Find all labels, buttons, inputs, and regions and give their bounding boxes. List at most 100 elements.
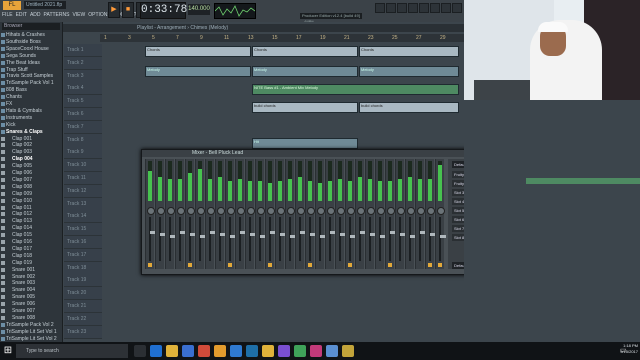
mixer-channel-strip[interactable] xyxy=(155,159,166,269)
volume-fader[interactable] xyxy=(439,217,446,261)
windows-start-icon[interactable]: ⊞ xyxy=(2,345,14,357)
playlist-tool-icon[interactable] xyxy=(375,3,385,13)
explorer-icon[interactable] xyxy=(262,345,274,357)
mixer-channel-strip[interactable] xyxy=(285,159,296,269)
pan-knob[interactable] xyxy=(147,207,155,215)
build-chords-clip[interactable]: build chords xyxy=(359,102,459,113)
mixer-channel-strip[interactable] xyxy=(335,159,346,269)
track-header[interactable]: Track 20 xyxy=(64,287,102,301)
pan-knob[interactable] xyxy=(187,207,195,215)
volume-fader[interactable] xyxy=(159,217,166,261)
mixer-channel-strip[interactable] xyxy=(235,159,246,269)
chords-clip[interactable]: Chords xyxy=(145,46,251,57)
browser-item[interactable]: Clap 010 xyxy=(12,198,32,204)
browser-item[interactable]: Southside Boss xyxy=(6,39,41,45)
mixer-channel-strip[interactable] xyxy=(305,159,316,269)
track-header[interactable]: Track 17 xyxy=(64,248,102,262)
browser-item[interactable]: Clap 015 xyxy=(12,232,32,238)
volume-fader[interactable] xyxy=(369,217,376,261)
menu-item[interactable]: VIEW xyxy=(72,11,85,19)
audio-clip-extension[interactable] xyxy=(526,178,640,184)
browser-item[interactable]: Kick xyxy=(6,122,15,128)
pan-knob[interactable] xyxy=(327,207,335,215)
fl-studio-icon[interactable] xyxy=(214,345,226,357)
pan-knob[interactable] xyxy=(307,207,315,215)
pan-knob[interactable] xyxy=(197,207,205,215)
mail-icon[interactable] xyxy=(230,345,242,357)
melody-clip[interactable]: Melody xyxy=(252,66,358,77)
volume-fader[interactable] xyxy=(399,217,406,261)
menu-item[interactable]: FILE xyxy=(2,11,13,19)
track-header[interactable]: Track 7 xyxy=(64,120,102,134)
mixer-channel-strip[interactable] xyxy=(425,159,436,269)
chrome-icon[interactable] xyxy=(198,345,210,357)
browser-item[interactable]: TriSample Pack Vol 1 xyxy=(6,80,54,86)
browser-item[interactable]: 808 Bass xyxy=(6,87,27,93)
chords-clip[interactable]: Chords xyxy=(359,46,459,57)
mixer-channel-strip[interactable] xyxy=(255,159,266,269)
browser-item[interactable]: Snare 003 xyxy=(12,280,35,286)
channel-rack-tool-icon[interactable] xyxy=(397,3,407,13)
browser-item[interactable]: Clap 018 xyxy=(12,253,32,259)
chords-clip[interactable]: Chords xyxy=(252,46,358,57)
route-led[interactable] xyxy=(148,263,152,267)
help-tool-icon[interactable] xyxy=(452,3,462,13)
track-header[interactable]: Track 15 xyxy=(64,223,102,237)
volume-fader[interactable] xyxy=(149,217,156,261)
volume-fader[interactable] xyxy=(289,217,296,261)
menu-item[interactable]: EDIT xyxy=(16,11,27,19)
volume-fader[interactable] xyxy=(179,217,186,261)
photoshop-icon[interactable] xyxy=(246,345,258,357)
browser-item[interactable]: Clap 007 xyxy=(12,177,32,183)
mixer-channel-strip[interactable] xyxy=(175,159,186,269)
pan-knob[interactable] xyxy=(397,207,405,215)
fader-handle[interactable] xyxy=(440,235,446,238)
timeline-ruler[interactable]: 1 3 5 7 9 11 13 15 17 19 21 23 25 27 29 xyxy=(100,34,464,42)
menu-item[interactable]: PATTERNS xyxy=(44,11,70,19)
mixer-channel-strip[interactable] xyxy=(275,159,286,269)
volume-fader[interactable] xyxy=(169,217,176,261)
volume-fader[interactable] xyxy=(349,217,356,261)
browser-item[interactable]: Snare 008 xyxy=(12,315,35,321)
browser-item[interactable]: Clap 011 xyxy=(12,205,32,211)
hit-clip[interactable]: Hit xyxy=(252,138,358,149)
volume-fader[interactable] xyxy=(389,217,396,261)
mixer-channel-strip[interactable] xyxy=(165,159,176,269)
track-header[interactable]: Track 12 xyxy=(64,184,102,198)
pan-knob[interactable] xyxy=(367,207,375,215)
mixer-channel-strip[interactable] xyxy=(145,159,156,269)
browser-item[interactable]: Snare 004 xyxy=(12,287,35,293)
browser-item[interactable]: Chants xyxy=(6,94,22,100)
browser-item[interactable]: Clap 009 xyxy=(12,191,32,197)
app-11-icon[interactable] xyxy=(310,345,322,357)
folder-icon[interactable] xyxy=(166,345,178,357)
taskbar-search-input[interactable]: Type to search xyxy=(16,344,128,358)
pan-knob[interactable] xyxy=(377,207,385,215)
track-header[interactable]: Track 10 xyxy=(64,159,102,173)
browser-item[interactable]: Clap 003 xyxy=(12,149,32,155)
browser-item[interactable]: Snare 005 xyxy=(12,294,35,300)
volume-fader[interactable] xyxy=(219,217,226,261)
pan-knob[interactable] xyxy=(207,207,215,215)
pan-knob[interactable] xyxy=(177,207,185,215)
route-led[interactable] xyxy=(188,263,192,267)
mixer-channel-strip[interactable] xyxy=(295,159,306,269)
track-header[interactable]: Track 8 xyxy=(64,133,102,147)
route-led[interactable] xyxy=(428,263,432,267)
browser-item[interactable]: TriSample Lit Set Vol 1 xyxy=(6,329,57,335)
browser-item[interactable]: Hats & Cymbals xyxy=(6,108,42,114)
browser-item[interactable]: Clap 019 xyxy=(12,260,32,266)
pan-knob[interactable] xyxy=(437,207,445,215)
track-header[interactable]: Track 11 xyxy=(64,172,102,185)
browser-item[interactable]: Clap 001 xyxy=(12,136,32,142)
audio-clip[interactable]: NITE Bass #1 - Ambient Mix Melody xyxy=(252,84,459,95)
volume-fader[interactable] xyxy=(419,217,426,261)
route-led[interactable] xyxy=(438,263,442,267)
track-header[interactable]: Track 9 xyxy=(64,146,102,160)
volume-fader[interactable] xyxy=(189,217,196,261)
media-icon[interactable] xyxy=(278,345,290,357)
volume-fader[interactable] xyxy=(299,217,306,261)
pan-knob[interactable] xyxy=(417,207,425,215)
melody-clip[interactable]: Melody xyxy=(359,66,459,77)
volume-fader[interactable] xyxy=(319,217,326,261)
